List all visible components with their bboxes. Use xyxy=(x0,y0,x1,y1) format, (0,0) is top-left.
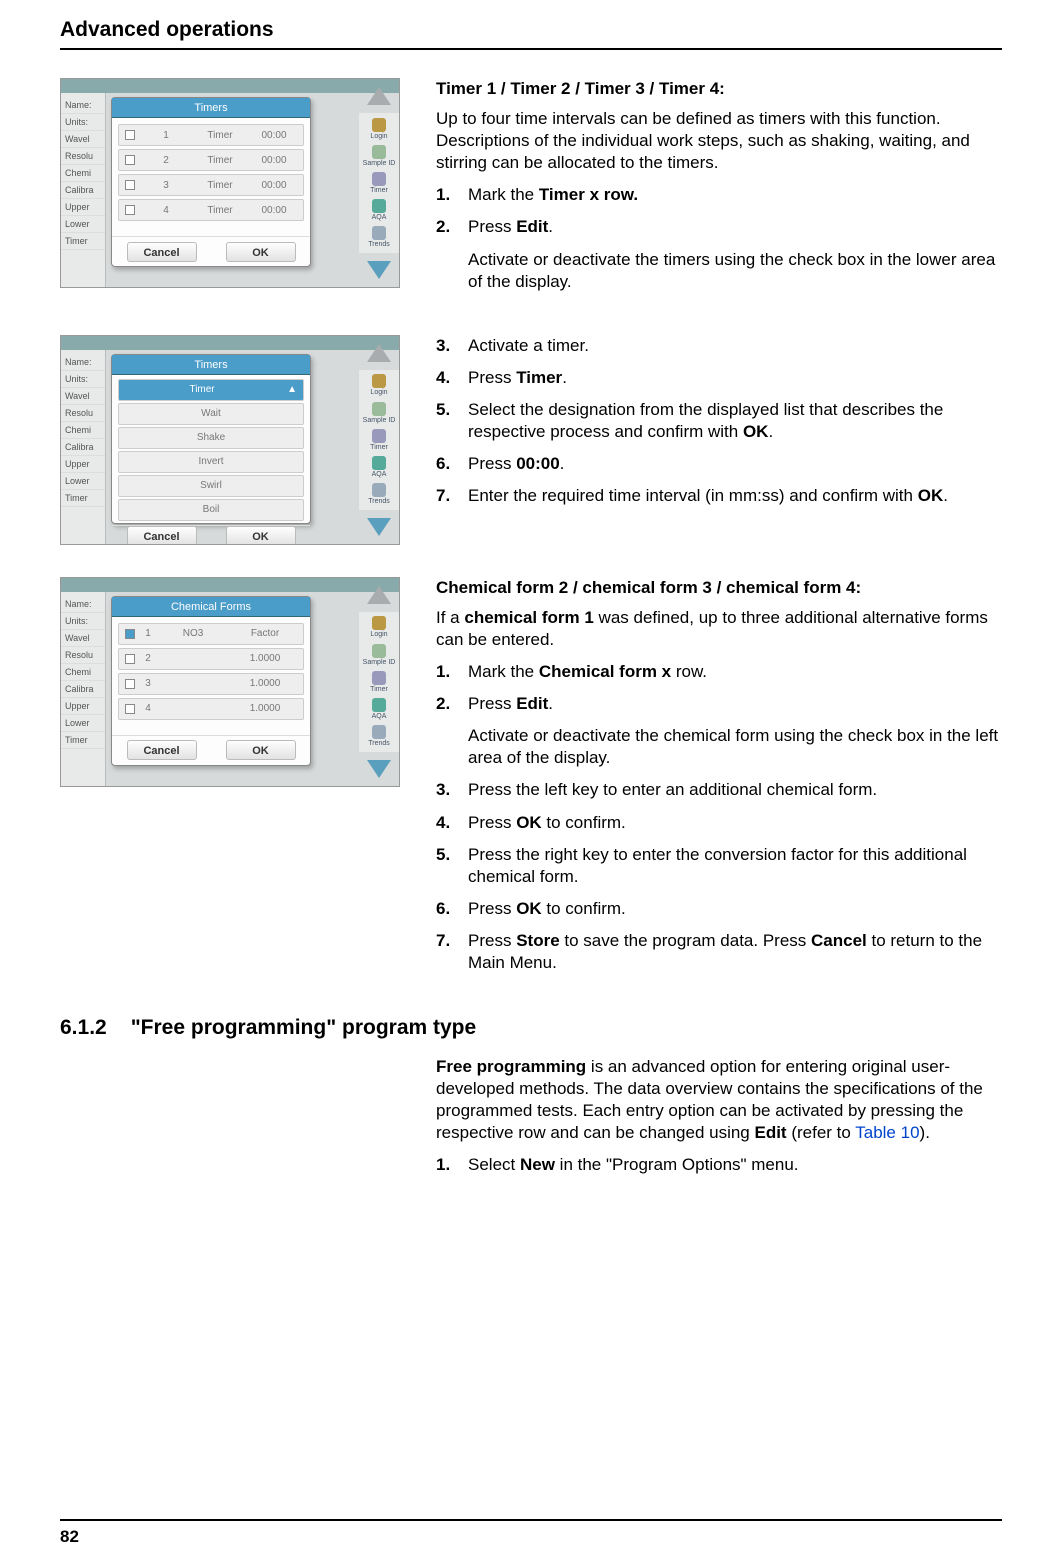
b1-step-2: Press Edit. Activate or deactivate the t… xyxy=(436,216,1002,292)
section-title: "Free programming" program type xyxy=(131,1016,476,1040)
screenshot-1: Name:Units:Wavel ResoluChemiCalibra Uppe… xyxy=(60,78,400,303)
block-chemical-forms: Name:Units:Wavel ResoluChemiCalibra Uppe… xyxy=(60,577,1002,984)
screenshot-2: Name:Units:Wavel ResoluChemiCalibra Uppe… xyxy=(60,335,400,545)
screenshot-3: Name:Units:Wavel ResoluChemiCalibra Uppe… xyxy=(60,577,400,984)
b3-intro: If a chemical form 1 was defined, up to … xyxy=(436,607,1002,651)
b1-intro: Up to four time intervals can be defined… xyxy=(436,108,1002,174)
content-3: Chemical form 2 / chemical form 3 / chem… xyxy=(436,577,1002,984)
running-head: Advanced operations xyxy=(60,18,1002,42)
b3-step-3: Press the left key to enter an additiona… xyxy=(436,779,1002,801)
b1-step-1: Mark the Timer x row. xyxy=(436,184,1002,206)
footer-rule xyxy=(60,1519,1002,1521)
header-rule xyxy=(60,48,1002,50)
b3-step-2: Press Edit. Activate or deactivate the c… xyxy=(436,693,1002,769)
b2-step-6: Press 00:00. xyxy=(436,453,1002,475)
sec612-step-1: Select New in the "Program Options" menu… xyxy=(436,1154,1002,1176)
b1-heading: Timer 1 / Timer 2 / Timer 3 / Timer 4: xyxy=(436,78,1002,100)
b2-step-3: Activate a timer. xyxy=(436,335,1002,357)
section-6-1-2-heading: 6.1.2 "Free programming" program type xyxy=(60,1016,1002,1040)
b2-step-4: Press Timer. xyxy=(436,367,1002,389)
sec612-para: Free programming is an advanced option f… xyxy=(436,1056,1002,1144)
b3-step-4: Press OK to confirm. xyxy=(436,812,1002,834)
b3-step-5: Press the right key to enter the convers… xyxy=(436,844,1002,888)
block-free-programming: Free programming is an advanced option f… xyxy=(60,1056,1002,1186)
b2-step-7: Enter the required time interval (in mm:… xyxy=(436,485,1002,507)
content-1: Timer 1 / Timer 2 / Timer 3 / Timer 4: U… xyxy=(436,78,1002,303)
block-timers-steps: Name:Units:Wavel ResoluChemiCalibra Uppe… xyxy=(60,335,1002,545)
b3-step-1: Mark the Chemical form x row. xyxy=(436,661,1002,683)
b2-step-5: Select the designation from the displaye… xyxy=(436,399,1002,443)
b3-step-6: Press OK to confirm. xyxy=(436,898,1002,920)
block-timers-intro: Name:Units:Wavel ResoluChemiCalibra Uppe… xyxy=(60,78,1002,303)
content-612: Free programming is an advanced option f… xyxy=(436,1056,1002,1186)
content-2: Activate a timer. Press Timer. Select th… xyxy=(436,335,1002,545)
page-number: 82 xyxy=(60,1527,79,1547)
section-number: 6.1.2 xyxy=(60,1016,107,1040)
b3-heading: Chemical form 2 / chemical form 3 / chem… xyxy=(436,577,1002,599)
b3-step-7: Press Store to save the program data. Pr… xyxy=(436,930,1002,974)
